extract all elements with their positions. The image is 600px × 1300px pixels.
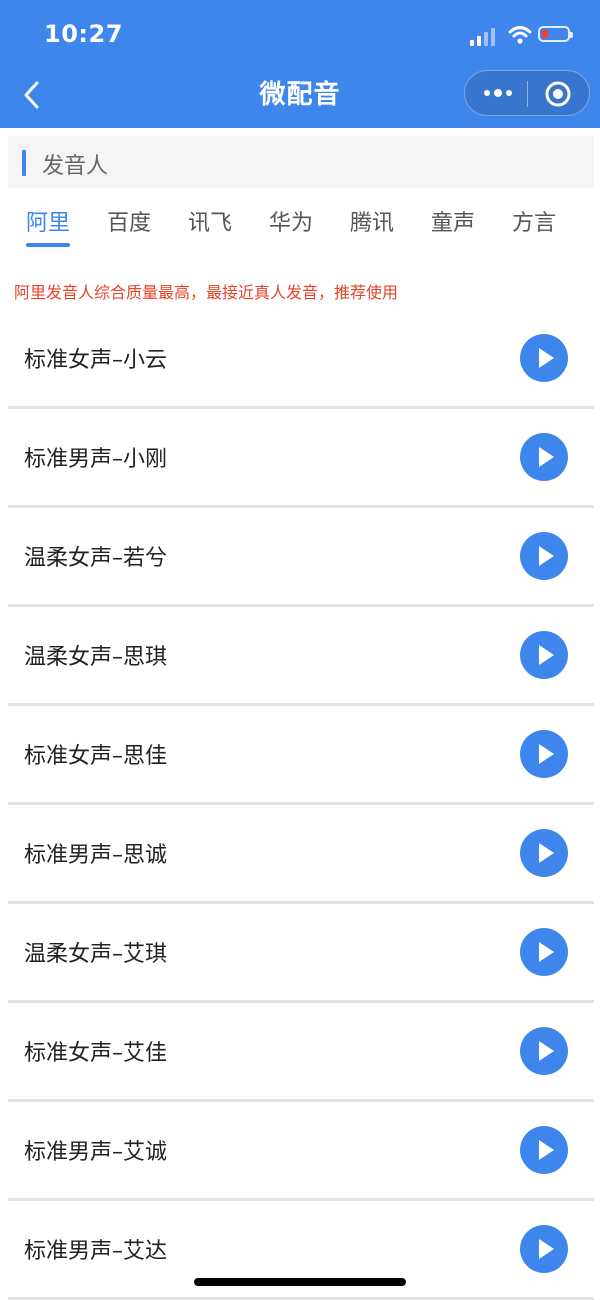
- play-button[interactable]: [520, 730, 568, 778]
- play-icon: [539, 447, 554, 467]
- play-icon: [539, 843, 554, 863]
- list-item[interactable]: 标准男声–小刚: [8, 409, 594, 508]
- tab-xunfei[interactable]: 讯飞: [175, 205, 245, 249]
- tab-label: 讯飞: [187, 211, 232, 236]
- top-bar: 10:27 微配音: [0, 0, 600, 128]
- play-icon: [539, 645, 554, 665]
- section-title: 发音人: [42, 154, 109, 179]
- play-icon: [539, 546, 554, 566]
- wifi-icon: [508, 26, 532, 44]
- section-accent-bar: [22, 150, 26, 176]
- voice-name: 标准男声–艾诚: [24, 1140, 168, 1165]
- tab-tencent[interactable]: 腾讯: [337, 205, 407, 249]
- recommendation-tip: 阿里发音人综合质量最高，最接近真人发音，推荐使用: [14, 283, 399, 302]
- list-item[interactable]: 温柔女声–艾琪: [8, 904, 594, 1003]
- play-icon: [539, 1140, 554, 1160]
- play-icon: [539, 1239, 554, 1259]
- mini-program-capsule: [464, 70, 590, 116]
- tab-dialect[interactable]: 方言: [499, 205, 569, 249]
- list-item[interactable]: 标准女声–小云: [8, 310, 594, 409]
- play-button[interactable]: [520, 334, 568, 382]
- tab-label: 百度: [106, 211, 151, 236]
- voice-name: 温柔女声–若兮: [24, 546, 168, 571]
- play-button[interactable]: [520, 928, 568, 976]
- tab-active-underline: [26, 243, 70, 247]
- tab-label: 童声: [430, 211, 475, 236]
- voice-name: 标准女声–思佳: [24, 744, 168, 769]
- play-button[interactable]: [520, 433, 568, 481]
- capsule-divider: [527, 81, 528, 107]
- tab-label: 华为: [268, 211, 313, 236]
- play-icon: [539, 942, 554, 962]
- list-item[interactable]: 标准女声–艾佳: [8, 1003, 594, 1102]
- more-dots-icon[interactable]: [481, 82, 515, 104]
- voice-name: 温柔女声–思琪: [24, 645, 168, 670]
- play-button[interactable]: [520, 1027, 568, 1075]
- play-icon: [539, 1041, 554, 1061]
- voice-name: 标准男声–艾达: [24, 1239, 168, 1264]
- signal-icon: [470, 26, 498, 46]
- play-button[interactable]: [520, 829, 568, 877]
- battery-icon: [538, 26, 573, 42]
- list-item[interactable]: 标准男声–思诚: [8, 805, 594, 904]
- play-button[interactable]: [520, 532, 568, 580]
- section-header: 发音人: [8, 136, 594, 188]
- voice-name: 标准男声–小刚: [24, 447, 168, 472]
- status-time: 10:27: [44, 20, 123, 48]
- tab-label: 阿里: [25, 211, 70, 236]
- tab-label: 方言: [511, 211, 556, 236]
- voice-name: 标准女声–艾佳: [24, 1041, 168, 1066]
- play-button[interactable]: [520, 1126, 568, 1174]
- capsule-close-icon[interactable]: [543, 79, 573, 109]
- tab-ali[interactable]: 阿里: [13, 205, 83, 249]
- tab-child-voice[interactable]: 童声: [418, 205, 488, 249]
- list-item[interactable]: 标准女声–思佳: [8, 706, 594, 805]
- play-button[interactable]: [520, 1225, 568, 1273]
- home-indicator: [194, 1278, 406, 1286]
- voice-list: 标准女声–小云 标准男声–小刚 温柔女声–若兮 温柔女声–思琪 标准女声–思佳 …: [8, 310, 594, 1300]
- provider-tabs: 阿里 百度 讯飞 华为 腾讯 童声 方言: [0, 205, 600, 255]
- list-item[interactable]: 温柔女声–思琪: [8, 607, 594, 706]
- list-item[interactable]: 温柔女声–若兮: [8, 508, 594, 607]
- play-button[interactable]: [520, 631, 568, 679]
- voice-name: 温柔女声–艾琪: [24, 942, 168, 967]
- play-icon: [539, 348, 554, 368]
- voice-name: 标准男声–思诚: [24, 843, 168, 868]
- tab-label: 腾讯: [349, 211, 394, 236]
- voice-name: 标准女声–小云: [24, 348, 168, 373]
- list-item[interactable]: 标准男声–艾诚: [8, 1102, 594, 1201]
- tab-baidu[interactable]: 百度: [94, 205, 164, 249]
- play-icon: [539, 744, 554, 764]
- tab-huawei[interactable]: 华为: [256, 205, 326, 249]
